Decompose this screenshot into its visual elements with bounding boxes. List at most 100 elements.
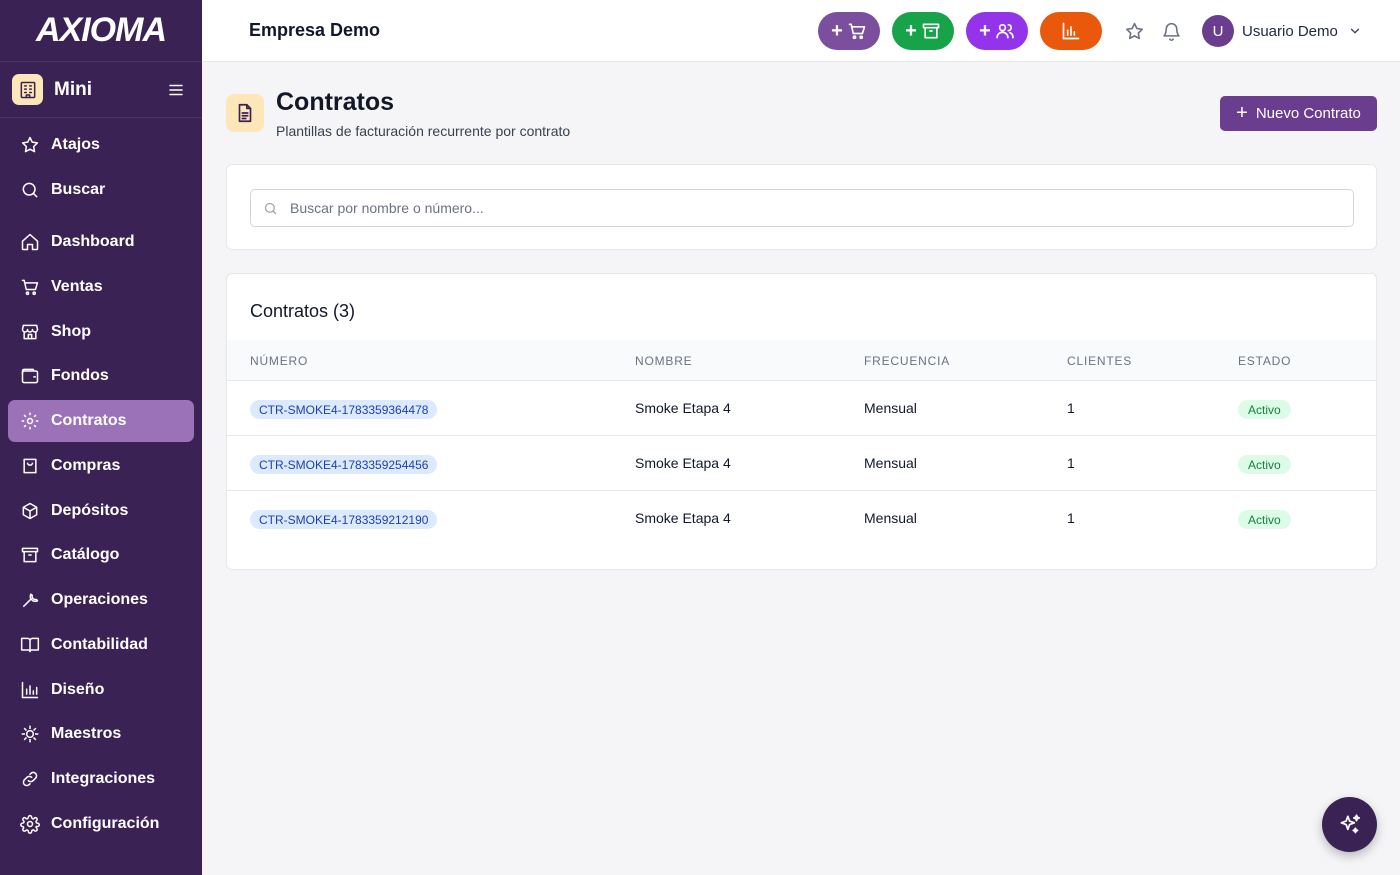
contract-clients: 1 (1067, 455, 1075, 471)
contract-number[interactable]: CTR-SMOKE4-1783359254456 (250, 455, 438, 474)
favorites-star-icon[interactable] (1122, 19, 1146, 43)
plus-label: + (831, 19, 843, 42)
sidebar-item-label: Shop (51, 323, 91, 340)
archive-icon (21, 547, 39, 563)
sidebar-mode-row: Mini (0, 62, 202, 118)
new-contract-button[interactable]: + Nuevo Contrato (1220, 96, 1377, 131)
column-header-frecuencia[interactable]: FRECUENCIA (864, 354, 950, 368)
sidebar-item-atajos[interactable]: Atajos (8, 124, 194, 166)
column-header-nombre[interactable]: NOMBRE (635, 354, 692, 368)
contract-name: Smoke Etapa 4 (635, 455, 731, 471)
sidebar-item-ventas[interactable]: Ventas (8, 266, 194, 308)
sidebar-item-shop[interactable]: Shop (8, 311, 194, 353)
package-icon (22, 502, 38, 520)
table-title: Contratos (3) (250, 301, 356, 321)
contract-clients: 1 (1067, 400, 1075, 416)
building-icon (12, 74, 43, 105)
contract-clients: 1 (1067, 510, 1075, 526)
quick-new-product-button[interactable]: + (892, 12, 954, 50)
home-icon (21, 233, 39, 251)
sidebar-item-label: Buscar (51, 181, 106, 198)
quick-reports-button[interactable] (1040, 12, 1102, 50)
sidebar-item-contabilidad[interactable]: Contabilidad (8, 624, 194, 666)
quick-new-client-button[interactable]: + (966, 12, 1028, 50)
company-name: Empresa Demo (249, 20, 381, 40)
settings-icon (20, 814, 40, 834)
sidebar-item-catalogo[interactable]: Catálogo (8, 534, 194, 576)
sidebar-item-contratos[interactable]: Contratos (8, 400, 194, 442)
star-icon (21, 136, 39, 153)
plus-label: + (979, 19, 991, 42)
search-icon (264, 202, 277, 214)
archive-icon (922, 23, 940, 39)
sidebar-item-label: Depósitos (51, 502, 129, 519)
sidebar-item-label: Atajos (51, 136, 100, 153)
cart-icon (848, 23, 866, 40)
table-row[interactable]: CTR-SMOKE4-1783359254456 Smoke Etapa 4 M… (227, 436, 1376, 491)
sidebar-item-maestros[interactable]: Maestros (8, 713, 194, 755)
wrench-icon (22, 593, 39, 608)
sidebar-item-integraciones[interactable]: Integraciones (8, 758, 194, 800)
search-input[interactable] (290, 200, 1290, 216)
quick-new-sale-button[interactable]: + (818, 12, 880, 50)
table-row[interactable]: CTR-SMOKE4-1783359364478 Smoke Etapa 4 M… (227, 381, 1376, 436)
chevron-down-icon (1350, 28, 1360, 34)
link-icon (22, 771, 38, 787)
document-icon (226, 94, 264, 132)
bar-chart-icon (1062, 22, 1080, 40)
sidebar-item-label: Diseño (51, 681, 105, 698)
book-icon (20, 637, 40, 653)
contract-frequency: Mensual (864, 510, 917, 526)
users-icon (996, 23, 1014, 39)
contract-frequency: Mensual (864, 400, 917, 416)
sidebar-item-label: Dashboard (51, 233, 135, 250)
contract-number[interactable]: CTR-SMOKE4-1783359212190 (250, 510, 438, 529)
user-menu[interactable]: U Usuario Demo (1202, 15, 1362, 47)
sidebar-item-label: Ventas (51, 278, 103, 295)
page-title: Contratos (276, 88, 395, 116)
sidebar-item-buscar[interactable]: Buscar (8, 169, 194, 211)
contract-number[interactable]: CTR-SMOKE4-1783359364478 (250, 400, 438, 419)
contract-name: Smoke Etapa 4 (635, 510, 731, 526)
sidebar-item-diseno[interactable]: Diseño (8, 669, 194, 711)
column-header-numero[interactable]: NÚMERO (250, 354, 308, 368)
search-card (226, 164, 1377, 250)
bar-chart-icon (21, 681, 39, 699)
notifications-bell-icon[interactable] (1159, 19, 1183, 43)
column-header-estado[interactable]: ESTADO (1238, 354, 1291, 368)
ai-assistant-button[interactable] (1322, 797, 1377, 852)
status-badge: Activo (1238, 455, 1291, 474)
sidebar-item-label: Maestros (51, 725, 122, 742)
search-box (250, 189, 1354, 227)
user-name: Usuario Demo (1242, 22, 1338, 40)
sidebar-item-label: Contabilidad (51, 636, 148, 653)
sidebar-item-label: Operaciones (51, 591, 148, 608)
menu-toggle-icon[interactable] (164, 78, 188, 102)
sidebar-item-fondos[interactable]: Fondos (8, 355, 194, 397)
sidebar-item-label: Catálogo (51, 546, 120, 563)
sidebar-item-label: Integraciones (51, 770, 156, 787)
plus-icon: + (1236, 102, 1248, 124)
page-subtitle: Plantillas de facturación recurrente por… (276, 123, 571, 139)
status-badge: Activo (1238, 510, 1291, 529)
plus-label: + (905, 19, 917, 42)
sidebar-item-dashboard[interactable]: Dashboard (8, 221, 194, 263)
sidebar-item-configuracion[interactable]: Configuración (8, 803, 194, 845)
table-row[interactable]: CTR-SMOKE4-1783359212190 Smoke Etapa 4 M… (227, 491, 1376, 546)
shopping-bag-icon (23, 458, 37, 474)
app-logo[interactable]: AXIOMA (0, 0, 202, 62)
cart-icon (21, 279, 39, 296)
avatar: U (1202, 15, 1234, 47)
store-icon (21, 324, 39, 340)
wallet-icon (21, 368, 39, 384)
top-bar: Empresa Demo + + + U Usuario Demo (202, 0, 1400, 62)
gear-icon (21, 412, 39, 430)
contract-name: Smoke Etapa 4 (635, 400, 731, 416)
column-header-clientes[interactable]: CLIENTES (1067, 354, 1132, 368)
sidebar-item-depositos[interactable]: Depósitos (8, 490, 194, 532)
sidebar: AXIOMA Mini Atajos Buscar Dashboard Vent… (0, 0, 202, 875)
sidebar-item-compras[interactable]: Compras (8, 445, 194, 487)
sidebar-item-operaciones[interactable]: Operaciones (8, 579, 194, 621)
table-header: NÚMERO NOMBRE FRECUENCIA CLIENTES ESTADO (227, 340, 1376, 381)
sidebar-mode-label: Mini (54, 78, 92, 100)
